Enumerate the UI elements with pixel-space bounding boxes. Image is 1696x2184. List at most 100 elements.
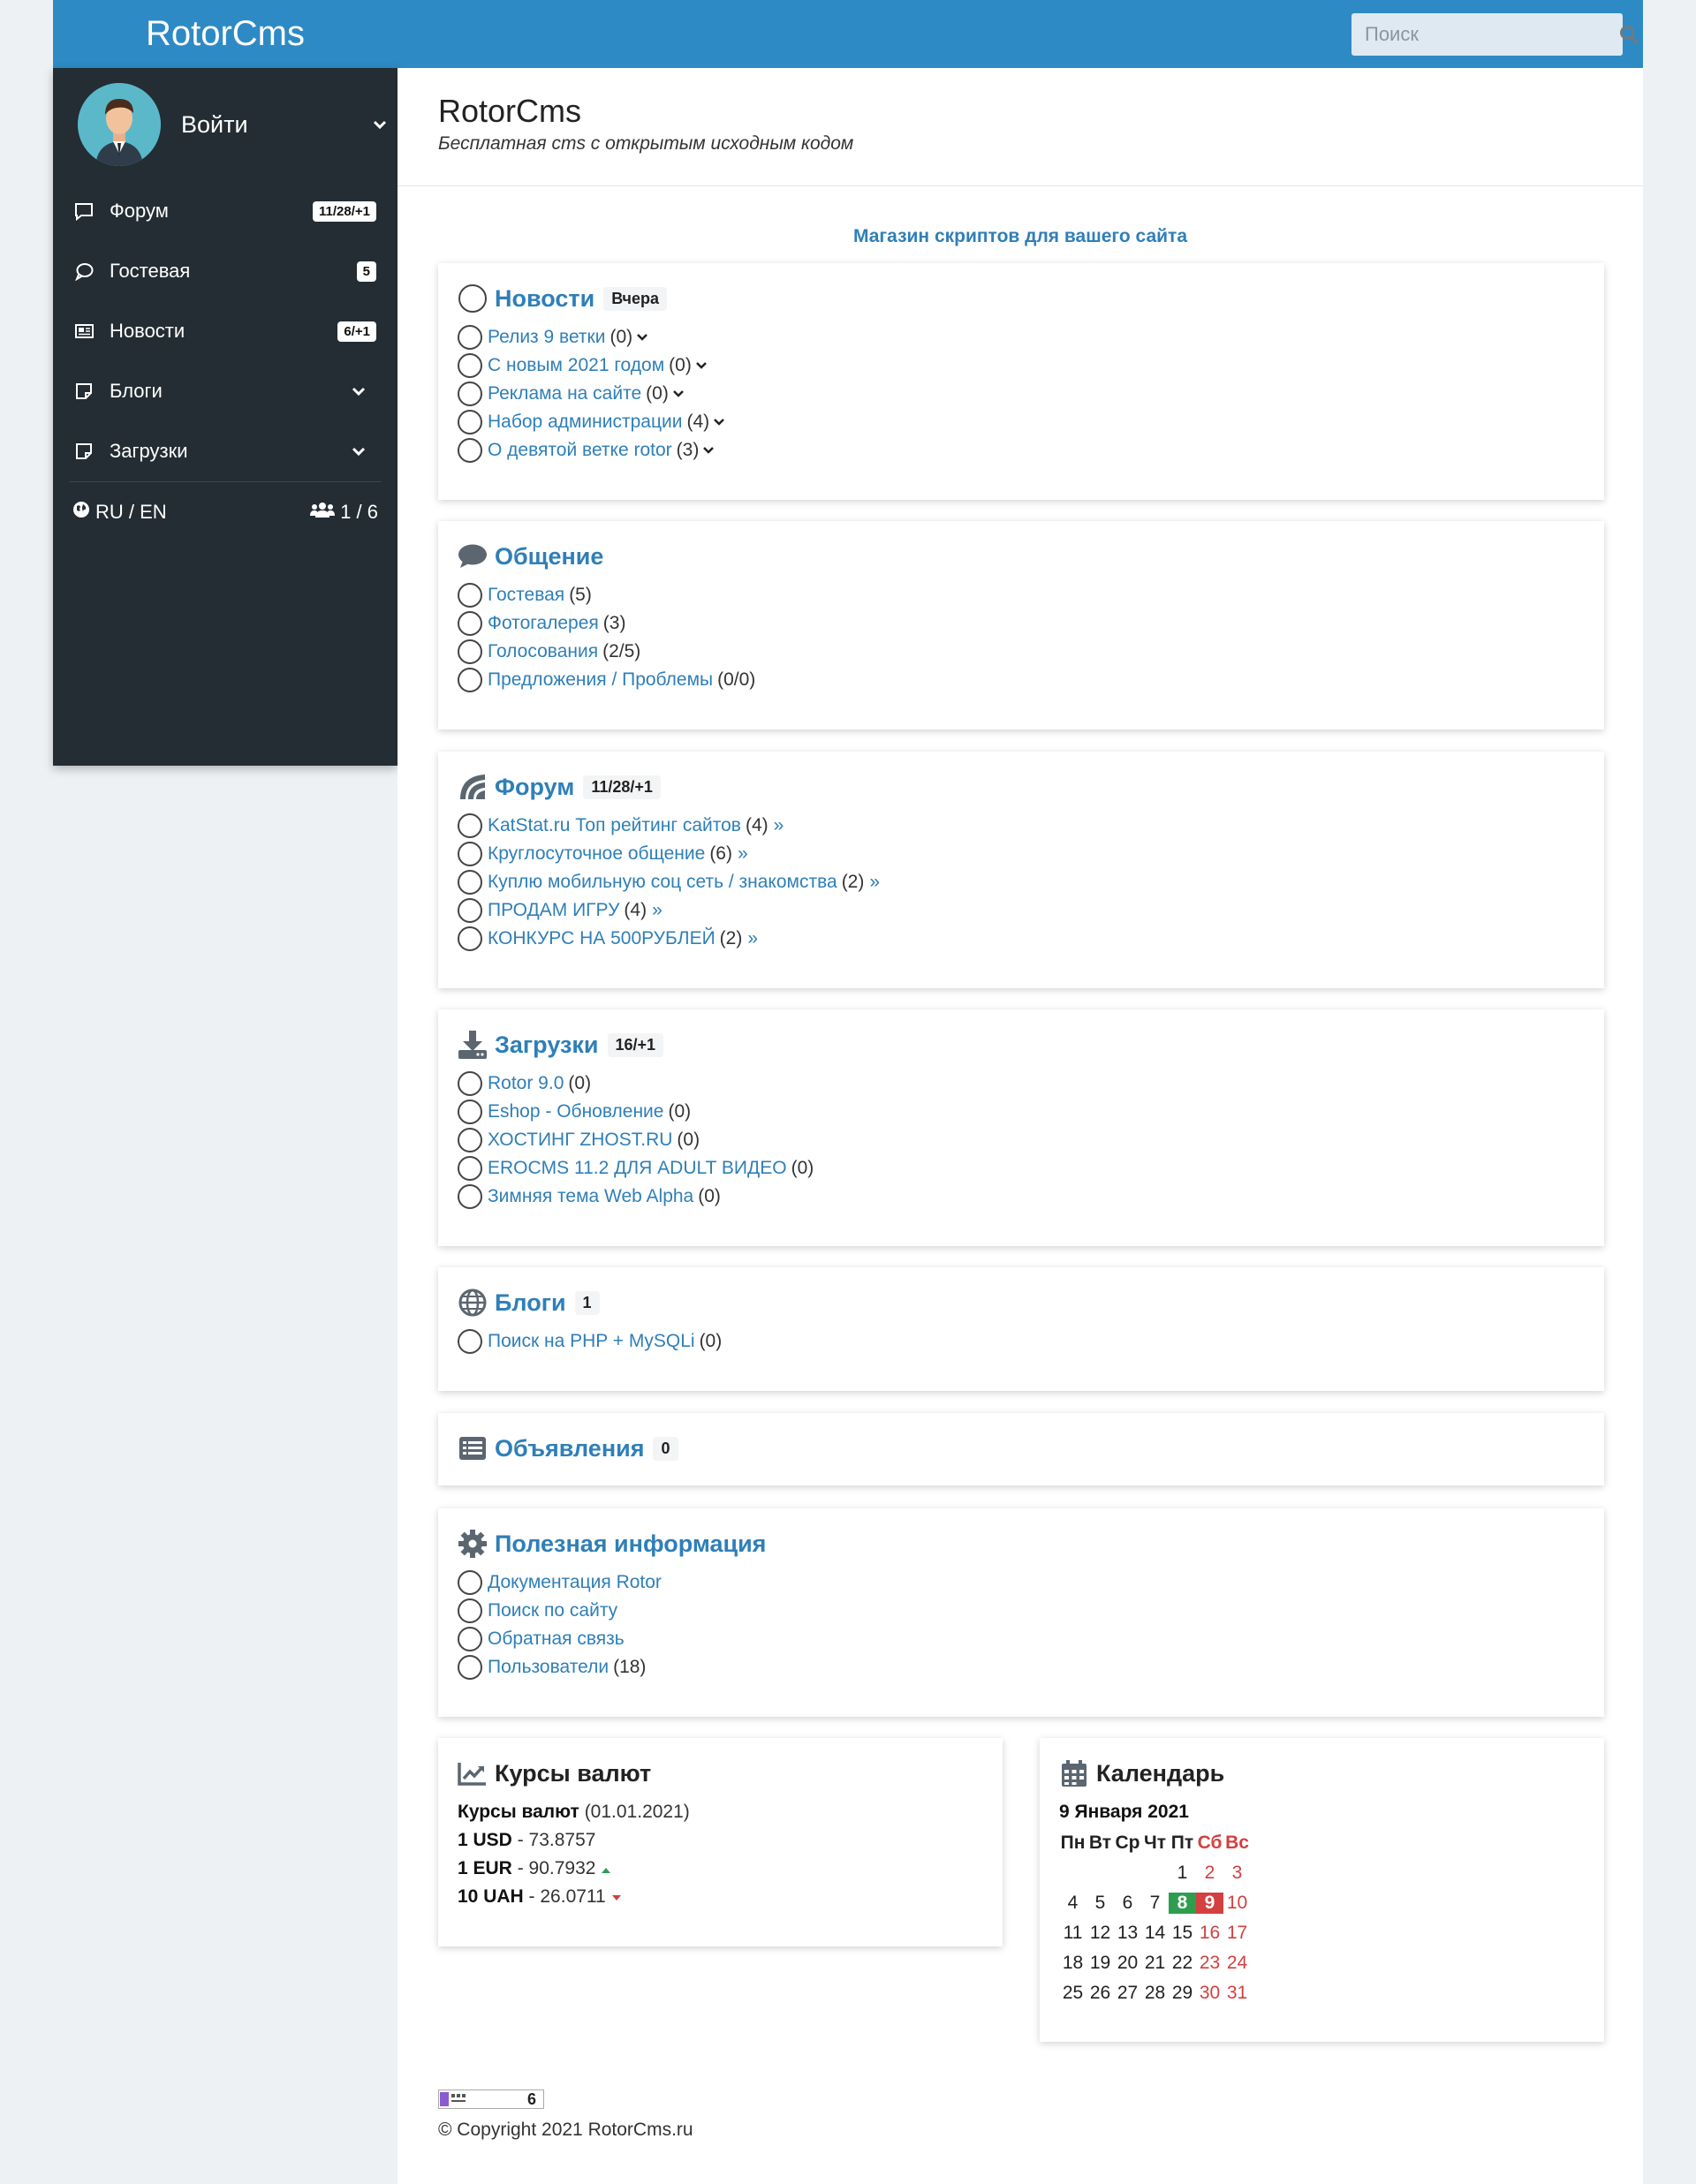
language-label[interactable]: RU / EN (95, 501, 167, 524)
circle-icon (458, 1329, 482, 1354)
currency-unit: 1 USD (458, 1830, 512, 1850)
search-form[interactable] (1352, 13, 1639, 56)
sidebar-item-blogs[interactable]: Блоги (53, 361, 398, 421)
chevron-down-icon[interactable] (636, 333, 648, 342)
list-item: Поиск на PHP + MySQLi (0) (458, 1327, 1585, 1356)
user-panel[interactable]: Войти (53, 68, 398, 181)
circle-icon (458, 1598, 482, 1623)
circle-icon (458, 410, 482, 435)
info-link[interactable]: Пользователи (488, 1657, 609, 1678)
circle-icon (458, 639, 482, 664)
forum-card: Форум 11/28/+1 KatStat.ru Топ рейтинг са… (438, 752, 1604, 988)
weekday-label: Вт (1088, 1833, 1112, 1853)
calendar-day: 5 (1094, 1893, 1106, 1913)
calendar-day: 18 (1062, 1953, 1084, 1973)
sidebar-item-guestbook[interactable]: Гостевая 5 (53, 241, 398, 301)
forum-topic-link[interactable]: Куплю мобильную соц сеть / знакомства (488, 872, 837, 893)
calendar-day: 28 (1144, 1983, 1166, 2003)
news-link[interactable]: О девятой ветке rotor (488, 440, 672, 461)
visitor-counter[interactable]: 6 (438, 2090, 544, 2109)
download-link[interactable]: Зимняя тема Web Alpha (488, 1186, 693, 1207)
communication-link[interactable]: Фотогалерея (488, 613, 599, 634)
downloads-title-link[interactable]: Загрузки (495, 1032, 599, 1059)
login-link[interactable]: Войти (181, 111, 362, 139)
info-link[interactable]: Поиск по сайту (488, 1600, 617, 1621)
circle-icon (458, 1156, 482, 1181)
calendar-day: 26 (1089, 1983, 1111, 2003)
last-post-link[interactable]: » (774, 815, 784, 836)
forum-topic-link[interactable]: KatStat.ru Топ рейтинг сайтов (488, 815, 741, 836)
info-link[interactable]: Обратная связь (488, 1629, 625, 1650)
counter-graph-icon (440, 2092, 466, 2106)
calendar-week-row: 11 12 13 14 15 16 17 (1059, 1918, 1585, 1948)
comment-round-icon (74, 261, 95, 282)
info-link[interactable]: Документация Rotor (488, 1572, 662, 1593)
sidebar-item-news[interactable]: Новости 6/+1 (53, 301, 398, 361)
news-link[interactable]: Релиз 9 ветки (488, 327, 605, 348)
search-input[interactable] (1352, 13, 1619, 56)
info-title-link[interactable]: Полезная информация (495, 1530, 766, 1558)
comment-count: (0) (669, 355, 692, 375)
chevron-down-icon[interactable] (672, 389, 685, 398)
sidebar-item-downloads[interactable]: Загрузки (53, 421, 398, 481)
communication-link[interactable]: Предложения / Проблемы (488, 669, 713, 691)
download-link[interactable]: Eshop - Обновление (488, 1101, 663, 1122)
calendar-day: 7 (1149, 1893, 1161, 1913)
forum-title-link[interactable]: Форум (495, 774, 574, 801)
page-subtitle: Бесплатная cms с открытым исходным кодом (438, 133, 854, 154)
chevron-down-icon[interactable] (341, 446, 376, 457)
search-icon[interactable] (1619, 13, 1639, 56)
communication-link[interactable]: Голосования (488, 641, 598, 662)
news-title-link[interactable]: Новости (495, 285, 594, 313)
blog-link[interactable]: Поиск на PHP + MySQLi (488, 1331, 695, 1352)
globe-icon (458, 1288, 488, 1318)
promo-link[interactable]: Магазин скриптов для вашего сайта (398, 226, 1643, 247)
calendar-day: 27 (1117, 1983, 1139, 2003)
forum-topic-link[interactable]: Круглосуточное общение (488, 843, 705, 865)
list-item: Документация Rotor (458, 1568, 1585, 1597)
language-switch[interactable]: RU / EN (72, 501, 310, 524)
list-item: KatStat.ru Топ рейтинг сайтов (4) » (458, 812, 1585, 840)
communication-link[interactable]: Гостевая (488, 585, 564, 606)
forum-topic-link[interactable]: ПРОДАМ ИГРУ (488, 900, 619, 921)
circle-icon (458, 842, 482, 866)
list-item: Обратная связь (458, 1625, 1585, 1653)
forum-topic-link[interactable]: КОНКУРС НА 500РУБЛЕЙ (488, 928, 716, 949)
promo-link-text[interactable]: Магазин скриптов для вашего сайта (853, 226, 1187, 246)
users-icon (310, 501, 336, 524)
news-link[interactable]: Набор администрации (488, 412, 682, 433)
comment-count: (0) (677, 1130, 700, 1150)
last-post-link[interactable]: » (652, 900, 662, 921)
avatar (78, 83, 161, 166)
download-link[interactable]: EROCMS 11.2 ДЛЯ ADULT ВИДЕО (488, 1158, 787, 1179)
news-card: Новости Вчера Релиз 9 ветки (0) С новым 2… (438, 263, 1604, 500)
calendar-day: 31 (1226, 1983, 1248, 2003)
calendar-day: 15 (1171, 1923, 1193, 1943)
sidebar-item-forum[interactable]: Форум 11/28/+1 (53, 181, 398, 241)
online-users[interactable]: 1 / 6 (310, 501, 378, 524)
calendar-week-row: 18 19 20 21 22 23 24 (1059, 1948, 1585, 1978)
brand-logo[interactable]: RotorCms (53, 0, 398, 68)
calendar-day: 3 (1231, 1863, 1243, 1883)
download-link[interactable]: Rotor 9.0 (488, 1073, 564, 1094)
last-post-link[interactable]: » (747, 928, 758, 949)
ads-title-link[interactable]: Объявления (495, 1435, 644, 1462)
chevron-down-icon[interactable] (702, 446, 715, 455)
post-count: (4) (624, 900, 647, 920)
chevron-down-icon[interactable] (341, 386, 376, 397)
list-item: Голосования (2/5) (458, 638, 1585, 666)
chevron-down-icon[interactable] (695, 361, 708, 370)
list-item: О девятой ветке rotor (3) (458, 436, 1585, 465)
blogs-title-link[interactable]: Блоги (495, 1289, 566, 1317)
circle-icon (458, 283, 488, 314)
currency-unit: 10 UAH (458, 1886, 524, 1907)
communication-title-link[interactable]: Общение (495, 543, 603, 571)
post-count: (2) (719, 928, 743, 948)
news-link[interactable]: Реклама на сайте (488, 383, 641, 404)
download-link[interactable]: ХОСТИНГ ZHOST.RU (488, 1130, 672, 1151)
last-post-link[interactable]: » (869, 872, 880, 893)
news-link[interactable]: С новым 2021 годом (488, 355, 664, 376)
chevron-down-icon[interactable] (362, 119, 398, 130)
chevron-down-icon[interactable] (713, 418, 725, 427)
last-post-link[interactable]: » (738, 843, 748, 865)
